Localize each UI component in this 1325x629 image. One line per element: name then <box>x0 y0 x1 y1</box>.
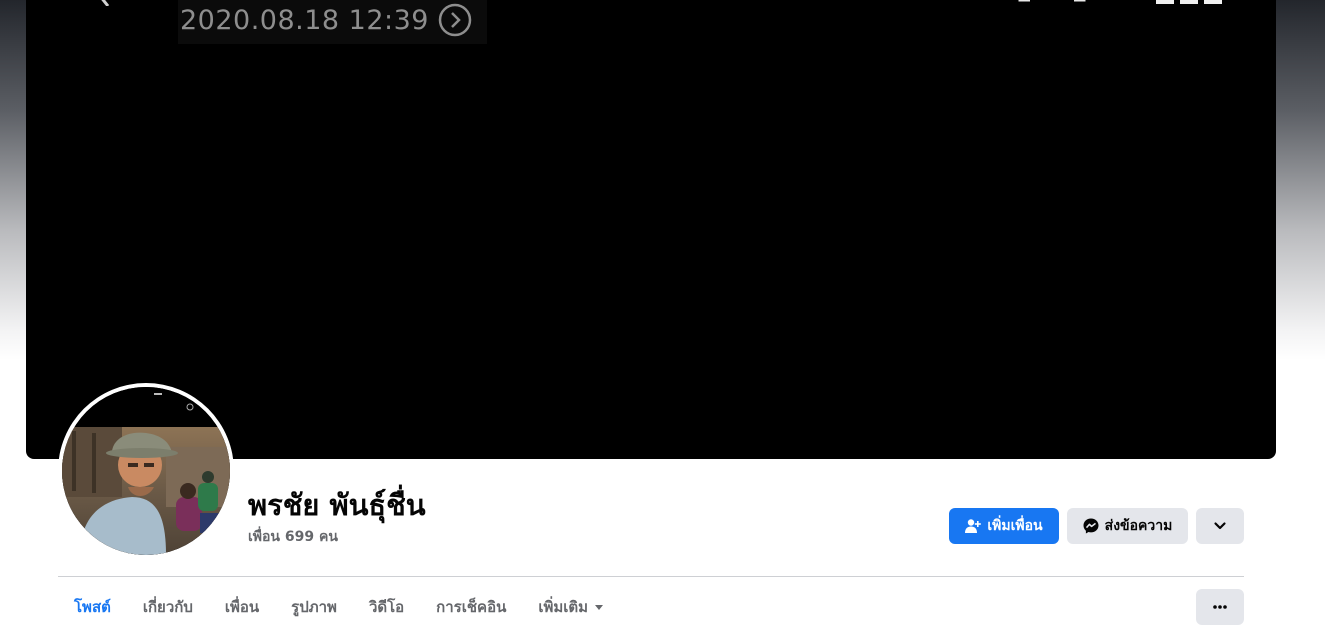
tab-more[interactable]: เพิ่มเติม <box>522 588 620 626</box>
profile-picture[interactable] <box>62 387 230 555</box>
tab-about[interactable]: เกี่ยวกับ <box>127 588 209 626</box>
friend-count[interactable]: เพื่อน 699 คน <box>248 526 338 548</box>
send-message-label: ส่งข้อความ <box>1104 518 1173 534</box>
back-chevron-icon <box>101 0 110 6</box>
cover-timestamp-bar: 2020.08.18 12:39 <box>178 0 487 44</box>
profile-photo-image <box>62 387 230 555</box>
cover-topbar: 2020.08.18 12:39 <box>26 0 1276 46</box>
chevron-down-icon <box>1214 522 1226 530</box>
tab-checkins[interactable]: การเช็คอิน <box>420 588 522 626</box>
fullscreen-icon <box>1018 0 1086 2</box>
cover-photo[interactable]: 2020.08.18 12:39 <box>26 0 1276 459</box>
tab-photos[interactable]: รูปภาพ <box>275 588 353 626</box>
tab-posts[interactable]: โพสต์ <box>58 588 127 626</box>
messenger-icon <box>1083 518 1099 534</box>
tabs-more-options-button[interactable] <box>1196 589 1244 625</box>
tab-videos[interactable]: วิดีโอ <box>353 588 420 626</box>
more-dots-icon <box>1213 605 1227 609</box>
send-message-button[interactable]: ส่งข้อความ <box>1067 508 1188 544</box>
add-friend-button[interactable]: เพิ่มเพื่อน <box>949 508 1059 544</box>
tab-more-label: เพิ่มเติม <box>538 598 589 616</box>
forward-circle-icon <box>438 3 472 37</box>
add-person-icon <box>965 519 982 533</box>
profile-divider <box>58 576 1244 577</box>
profile-picture-frame[interactable] <box>58 383 234 559</box>
profile-tabs: โพสต์ เกี่ยวกับ เพื่อน รูปภาพ วิดีโอ การ… <box>58 588 620 626</box>
profile-name: พรชัย พันธุ์ชื่น <box>248 488 426 522</box>
cover-timestamp: 2020.08.18 12:39 <box>180 4 429 36</box>
grid-icon <box>1156 0 1222 4</box>
tab-friends[interactable]: เพื่อน <box>209 588 275 626</box>
profile-more-button[interactable] <box>1196 508 1244 544</box>
add-friend-label: เพิ่มเพื่อน <box>987 518 1043 534</box>
caret-down-icon <box>595 605 604 610</box>
